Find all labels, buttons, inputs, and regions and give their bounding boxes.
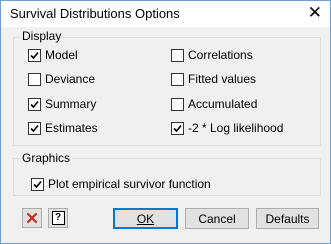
checkbox-deviance[interactable]: Deviance: [28, 72, 95, 86]
checkbox-correlations[interactable]: Correlations: [171, 48, 253, 62]
clear-button[interactable]: [22, 208, 42, 228]
help-button[interactable]: ?: [48, 208, 68, 228]
checkbox-label: Accumulated: [188, 97, 258, 111]
checkbox-estimates[interactable]: Estimates: [28, 121, 98, 135]
cancel-button[interactable]: Cancel: [185, 208, 249, 229]
checkbox-box[interactable]: [171, 48, 184, 62]
checkbox-box[interactable]: [28, 121, 41, 135]
title-bar: Survival Distributions Options ✕: [1, 1, 330, 27]
checkbox-label: Summary: [45, 97, 97, 111]
checkbox-label: Deviance: [45, 72, 96, 86]
checkbox-fitted-values[interactable]: Fitted values: [171, 72, 256, 86]
window-title: Survival Distributions Options: [10, 6, 180, 21]
checkbox-label: Plot empirical survivor function: [48, 177, 211, 191]
checkbox-box[interactable]: [28, 48, 41, 62]
checkbox-box[interactable]: [28, 97, 41, 111]
checkbox-box[interactable]: [31, 177, 44, 191]
dialog-window: Survival Distributions Options ✕ Display…: [0, 0, 331, 244]
checkbox-box[interactable]: [171, 121, 184, 135]
checkbox-plot-survivor[interactable]: Plot empirical survivor function: [31, 177, 211, 191]
checkbox-box[interactable]: [171, 72, 184, 86]
checkbox-box[interactable]: [171, 97, 184, 111]
cancel-button-label: Cancel: [198, 211, 236, 226]
checkbox-accumulated[interactable]: Accumulated: [171, 97, 257, 111]
defaults-button[interactable]: Defaults: [256, 208, 319, 229]
checkbox-label: Fitted values: [188, 72, 257, 86]
checkbox-summary[interactable]: Summary: [28, 97, 96, 111]
ok-button-label: OK: [136, 211, 155, 226]
checkbox-box[interactable]: [28, 72, 41, 86]
checkbox-label: Correlations: [188, 48, 253, 62]
graphics-group-label: Graphics: [20, 151, 73, 165]
close-icon[interactable]: ✕: [308, 3, 322, 23]
help-icon: ?: [51, 211, 65, 225]
checkbox-label: Estimates: [45, 121, 98, 135]
ok-button[interactable]: OK: [113, 208, 178, 229]
checkbox-label: Model: [45, 48, 78, 62]
red-x-icon: [26, 212, 38, 224]
checkbox-model[interactable]: Model: [28, 48, 78, 62]
defaults-button-label: Defaults: [265, 211, 310, 226]
checkbox-log-likelihood[interactable]: -2 * Log likelihood: [171, 121, 283, 135]
display-group-label: Display: [20, 29, 64, 43]
checkbox-label: -2 * Log likelihood: [188, 121, 284, 135]
